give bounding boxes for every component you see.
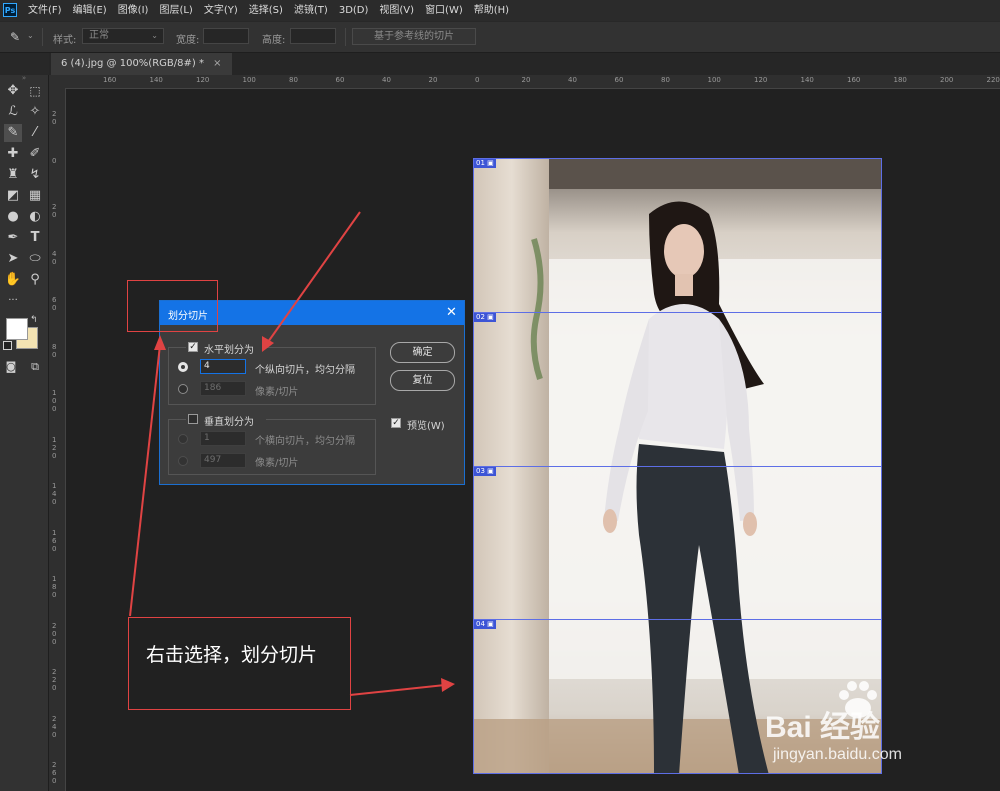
annotation-arrow-line: [267, 211, 361, 343]
annotation-text: 右击选择，划分切片: [146, 644, 318, 666]
annotation-arrow-head: [262, 336, 274, 352]
annotation-highlight-box: [127, 280, 218, 332]
annotation-arrow-line: [349, 684, 446, 696]
annotation-arrow-head: [154, 335, 166, 350]
baidu-jingyan-watermark: Bai 经验 jingyan.baidu.com: [765, 680, 995, 770]
watermark-url: jingyan.baidu.com: [773, 746, 902, 763]
annotation-arrow-head: [441, 678, 455, 692]
watermark-brand: Bai 经验: [765, 711, 881, 744]
annotation-arrow-line: [129, 344, 161, 617]
